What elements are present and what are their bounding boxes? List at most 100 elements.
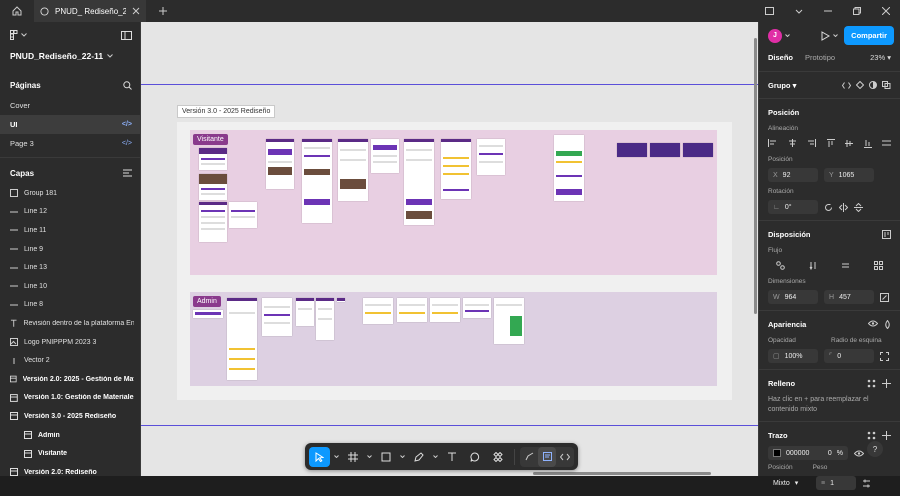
move-tool[interactable] [309,446,331,467]
code-icon[interactable] [842,81,851,89]
zoom-menu[interactable]: 23% ▾ [870,53,891,62]
book-button[interactable] [755,0,784,22]
layer-item[interactable]: Revisión dentro de la plataforma En el [0,314,140,333]
layer-item[interactable]: Line 11 [0,221,140,240]
screen-thumbnail[interactable] [316,298,334,340]
screen-thumbnail[interactable] [337,298,345,302]
independent-corners-icon[interactable] [880,351,889,361]
layer-item[interactable]: Line 8 [0,296,140,315]
stroke-settings-icon[interactable] [862,479,871,488]
align-right-icon[interactable] [807,139,816,147]
layer-item[interactable]: Line 12 [0,203,140,222]
page-item-page-3[interactable]: Page 3 </> [0,134,140,153]
stroke-position-select[interactable]: Mixto ▾ [768,476,810,490]
layer-item[interactable]: Line 10 [0,277,140,296]
close-tab-icon[interactable] [132,7,140,15]
file-name-menu[interactable]: PNUD_Rediseño_22-11 [0,48,140,64]
screen-thumbnail[interactable] [683,143,713,157]
layer-item[interactable]: Admin [0,426,140,445]
shape-tool-menu[interactable] [398,447,406,467]
design-canvas[interactable]: Versión 3.0 - 2025 Rediseño Visitante Ad… [141,22,758,476]
blend-mode-icon[interactable] [884,319,891,329]
align-center-h-icon[interactable] [788,139,797,147]
corner-radius-field[interactable]: ⌜ 0 [824,349,874,363]
screen-thumbnail[interactable] [193,310,223,318]
screen-thumbnail[interactable] [477,139,505,175]
home-button[interactable] [0,0,34,22]
frame-tool-menu[interactable] [365,447,373,467]
screen-thumbnail[interactable] [229,202,257,228]
width-field[interactable]: W 964 [768,290,818,304]
layer-item[interactable]: Versión 1.0: Gestión de Materiales [0,389,140,408]
layer-item[interactable]: Vector 2 [0,351,140,370]
layer-item[interactable]: Visitante [0,444,140,463]
main-menu-button[interactable] [10,30,27,40]
frame-label[interactable]: Versión 3.0 - 2025 Rediseño [177,105,276,118]
screen-thumbnail[interactable] [199,202,227,242]
screen-thumbnail[interactable] [430,298,460,322]
dropdown-button[interactable] [784,0,813,22]
layer-item[interactable]: Group 181 [0,184,140,203]
layer-item[interactable]: Line 9 [0,240,140,259]
flip-vertical-icon[interactable] [854,202,863,212]
pen-tool[interactable] [408,447,429,467]
styles-grid-icon[interactable] [867,379,876,388]
x-field[interactable]: X 92 [768,168,818,182]
search-icon[interactable] [123,80,132,90]
flow-vertical-icon[interactable] [809,261,818,270]
components-tool[interactable] [488,447,509,467]
mask-icon[interactable] [869,81,877,89]
frame-tool[interactable] [342,447,363,467]
align-center-v-icon[interactable] [845,139,853,148]
stroke-color-field[interactable]: 000000 0 % [768,446,848,460]
section-tag-admin[interactable]: Admin [193,296,221,307]
screen-thumbnail[interactable] [199,148,227,170]
minimize-button[interactable] [813,0,842,22]
sidebar-toggle-icon[interactable] [121,30,132,40]
resize-constraints-icon[interactable] [880,292,889,302]
flow-grid-icon[interactable] [873,260,883,270]
screen-thumbnail[interactable] [650,143,680,157]
screen-thumbnail[interactable] [338,139,368,201]
dev-mode-button[interactable] [556,447,574,467]
add-fill-icon[interactable] [882,378,891,388]
file-tab[interactable]: PNUD_ Rediseño_22-11 [34,0,146,22]
screen-thumbnail[interactable] [363,298,393,324]
horizontal-scrollbar[interactable] [533,472,711,475]
collapse-layers-icon[interactable] [123,169,132,177]
comment-tool[interactable] [464,447,485,467]
flow-freeform-icon[interactable] [776,260,785,270]
layer-item[interactable]: Logo PNIPPPM 2023 3 [0,333,140,352]
design-mode-button[interactable] [538,446,557,467]
component-icon[interactable] [856,81,864,89]
new-tab-button[interactable] [152,7,174,15]
screen-thumbnail[interactable] [404,139,434,225]
height-field[interactable]: H 457 [824,290,874,304]
present-button[interactable] [821,30,839,41]
selection-type-menu[interactable]: Grupo ▾ [768,81,796,90]
flip-horizontal-icon[interactable] [839,202,848,212]
shape-tool[interactable] [375,447,396,467]
layer-item[interactable]: Line 13 [0,258,140,277]
align-left-icon[interactable] [768,139,777,147]
layer-item[interactable]: Versión 3.0 - 2025 Rediseño [0,407,140,426]
screen-thumbnail[interactable] [397,298,427,322]
distribute-icon[interactable] [882,139,891,147]
y-field[interactable]: Y 1065 [824,168,874,182]
tab-prototype[interactable]: Prototipo [805,53,835,62]
eye-icon[interactable] [868,320,878,327]
move-tool-menu[interactable] [332,447,340,467]
screen-thumbnail[interactable] [262,298,292,336]
align-top-icon[interactable] [826,138,835,148]
flow-horizontal-icon[interactable] [841,261,850,270]
screen-thumbnail[interactable] [296,298,314,326]
add-stroke-icon[interactable] [882,430,891,440]
screen-thumbnail[interactable] [554,135,584,201]
screen-thumbnail[interactable] [371,139,399,173]
close-window-button[interactable] [871,0,900,22]
screen-thumbnail[interactable] [266,139,294,189]
layer-item[interactable]: Versión 2.0: Rediseño [0,463,140,482]
styles-grid-icon[interactable] [867,431,876,440]
text-tool[interactable] [441,447,462,467]
auto-layout-icon[interactable] [882,229,891,239]
